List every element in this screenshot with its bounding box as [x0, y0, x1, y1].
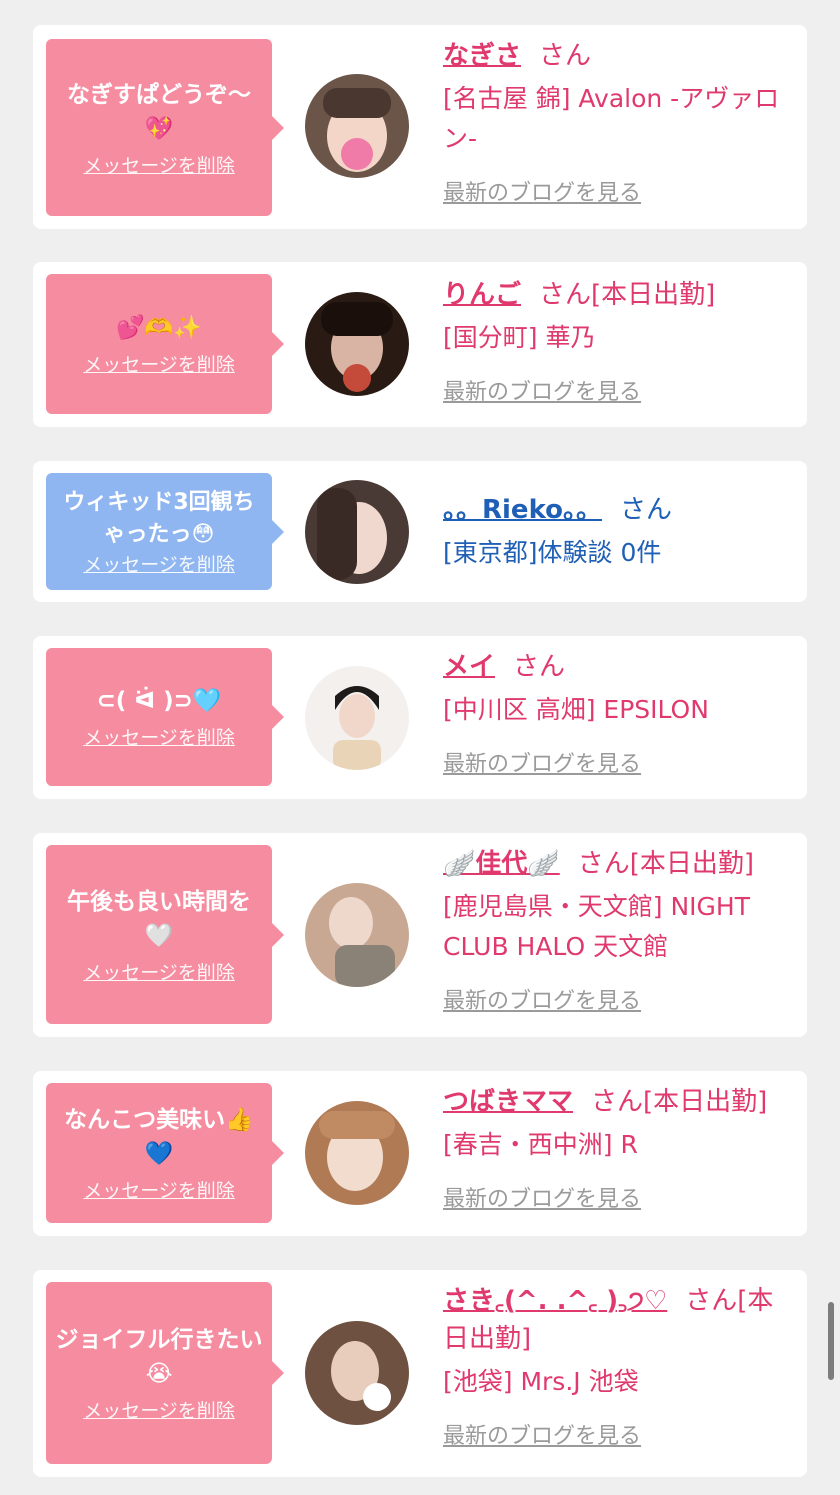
profile-name-link[interactable]: さき꜀(^. .^꜀ )꜆੭♡	[443, 1286, 667, 1316]
profile-name-link[interactable]: メイ	[443, 652, 495, 682]
message-card: 💕🫶✨ メッセージを削除 りんご さん[本日出勤] [国分町] 華乃 最新のブログ…	[33, 262, 807, 427]
profile-info: 。。Rieko。。 さん [東京都]体験談 0件	[443, 491, 795, 573]
shop-name: [東京都]体験談 0件	[443, 538, 662, 567]
avatar[interactable]	[305, 883, 409, 987]
delete-message-link[interactable]: メッセージを削除	[83, 961, 235, 985]
message-text: ⊂( ᐛ )⊃🩵	[96, 688, 222, 714]
profile-name-link[interactable]: りんご	[443, 280, 521, 310]
profile-name-link[interactable]: 。。Rieko。。	[443, 495, 602, 525]
shop-name: [中川区 高畑] EPSILON	[443, 695, 709, 724]
message-text: 午後も良い時間を🤍	[67, 888, 251, 949]
profile-name-link[interactable]: つばきママ	[443, 1087, 573, 1117]
message-card: ⊂( ᐛ )⊃🩵 メッセージを削除 メイ さん [中川区 高畑] EPSILON …	[33, 636, 807, 799]
message-bubble: なぎすぱどうぞ〜💖 メッセージを削除	[46, 39, 284, 216]
avatar[interactable]	[305, 666, 409, 770]
honorific: さん	[620, 495, 673, 525]
latest-blog-link[interactable]: 最新のブログを見る	[443, 175, 641, 207]
avatar[interactable]	[305, 292, 409, 396]
message-card: なぎすぱどうぞ〜💖 メッセージを削除 なぎさ さん [名古屋 錦] Avalon …	[33, 25, 807, 229]
profile-info: りんご さん[本日出勤] [国分町] 華乃 最新のブログを見る	[443, 276, 795, 406]
profile-info: なぎさ さん [名古屋 錦] Avalon -アヴァロン- 最新のブログを見る	[443, 37, 795, 207]
profile-info: メイ さん [中川区 高畑] EPSILON 最新のブログを見る	[443, 648, 795, 778]
delete-message-link[interactable]: メッセージを削除	[83, 1179, 235, 1203]
message-card: ウィキッド3回観ちゃったっ😳 メッセージを削除 。。Rieko。。 さん [東京都…	[33, 461, 807, 602]
delete-message-link[interactable]: メッセージを削除	[83, 726, 235, 750]
message-text: 💕🫶✨	[116, 315, 202, 341]
delete-message-link[interactable]: メッセージを削除	[83, 1399, 235, 1423]
message-text: なんこつ美味い👍💙	[64, 1107, 254, 1167]
message-text: ウィキッド3回観ちゃったっ😳	[63, 489, 255, 547]
shop-name: [春吉・西中洲] R	[443, 1130, 638, 1159]
shop-name: [鹿児島県・天文館] NIGHT CLUB HALO 天文館	[443, 892, 750, 961]
message-bubble: ウィキッド3回観ちゃったっ😳 メッセージを削除	[46, 473, 284, 590]
message-bubble: ジョイフル行きたい😭 メッセージを削除	[46, 1282, 284, 1464]
profile-name-link[interactable]: なぎさ	[443, 41, 521, 71]
profile-info: 🪽佳代🪽 さん[本日出勤] [鹿児島県・天文館] NIGHT CLUB HALO …	[443, 845, 795, 1015]
message-card: なんこつ美味い👍💙 メッセージを削除 つばきママ さん[本日出勤] [春吉・西中洲…	[33, 1071, 807, 1236]
latest-blog-link[interactable]: 最新のブログを見る	[443, 1418, 641, 1450]
message-bubble: 💕🫶✨ メッセージを削除	[46, 274, 284, 414]
avatar[interactable]	[305, 1321, 409, 1425]
profile-info: つばきママ さん[本日出勤] [春吉・西中洲] R 最新のブログを見る	[443, 1083, 795, 1213]
honorific: さん	[539, 41, 592, 71]
shop-name: [池袋] Mrs.J 池袋	[443, 1367, 639, 1396]
honorific: さん[本日出勤]	[539, 280, 716, 310]
message-bubble: ⊂( ᐛ )⊃🩵 メッセージを削除	[46, 648, 284, 786]
honorific: さん	[513, 652, 566, 682]
message-text: ジョイフル行きたい😭	[55, 1327, 263, 1387]
message-card: 午後も良い時間を🤍 メッセージを削除 🪽佳代🪽 さん[本日出勤] [鹿児島県・天文…	[33, 833, 807, 1037]
delete-message-link[interactable]: メッセージを削除	[83, 353, 235, 377]
honorific: さん[本日出勤]	[577, 849, 755, 879]
delete-message-link[interactable]: メッセージを削除	[83, 553, 235, 577]
honorific: さん[本日出勤]	[591, 1087, 768, 1117]
message-bubble: 午後も良い時間を🤍 メッセージを削除	[46, 845, 284, 1024]
profile-info: さき꜀(^. .^꜀ )꜆੭♡ さん[本日出勤] [池袋] Mrs.J 池袋 最新…	[443, 1282, 795, 1450]
latest-blog-link[interactable]: 最新のブログを見る	[443, 983, 641, 1015]
message-text: なぎすぱどうぞ〜💖	[67, 81, 251, 142]
message-card: ジョイフル行きたい😭 メッセージを削除 さき꜀(^. .^꜀ )꜆੭♡ さん[本日…	[33, 1270, 807, 1477]
avatar[interactable]	[305, 74, 409, 178]
shop-name: [名古屋 錦] Avalon -アヴァロン-	[443, 84, 780, 153]
latest-blog-link[interactable]: 最新のブログを見る	[443, 1181, 641, 1213]
shop-name: [国分町] 華乃	[443, 323, 596, 352]
scrollbar[interactable]	[828, 1302, 834, 1380]
avatar[interactable]	[305, 1101, 409, 1205]
avatar[interactable]	[305, 480, 409, 584]
message-bubble: なんこつ美味い👍💙 メッセージを削除	[46, 1083, 284, 1223]
profile-name-link[interactable]: 🪽佳代🪽	[443, 849, 560, 879]
latest-blog-link[interactable]: 最新のブログを見る	[443, 746, 641, 778]
delete-message-link[interactable]: メッセージを削除	[83, 154, 235, 178]
latest-blog-link[interactable]: 最新のブログを見る	[443, 374, 641, 406]
